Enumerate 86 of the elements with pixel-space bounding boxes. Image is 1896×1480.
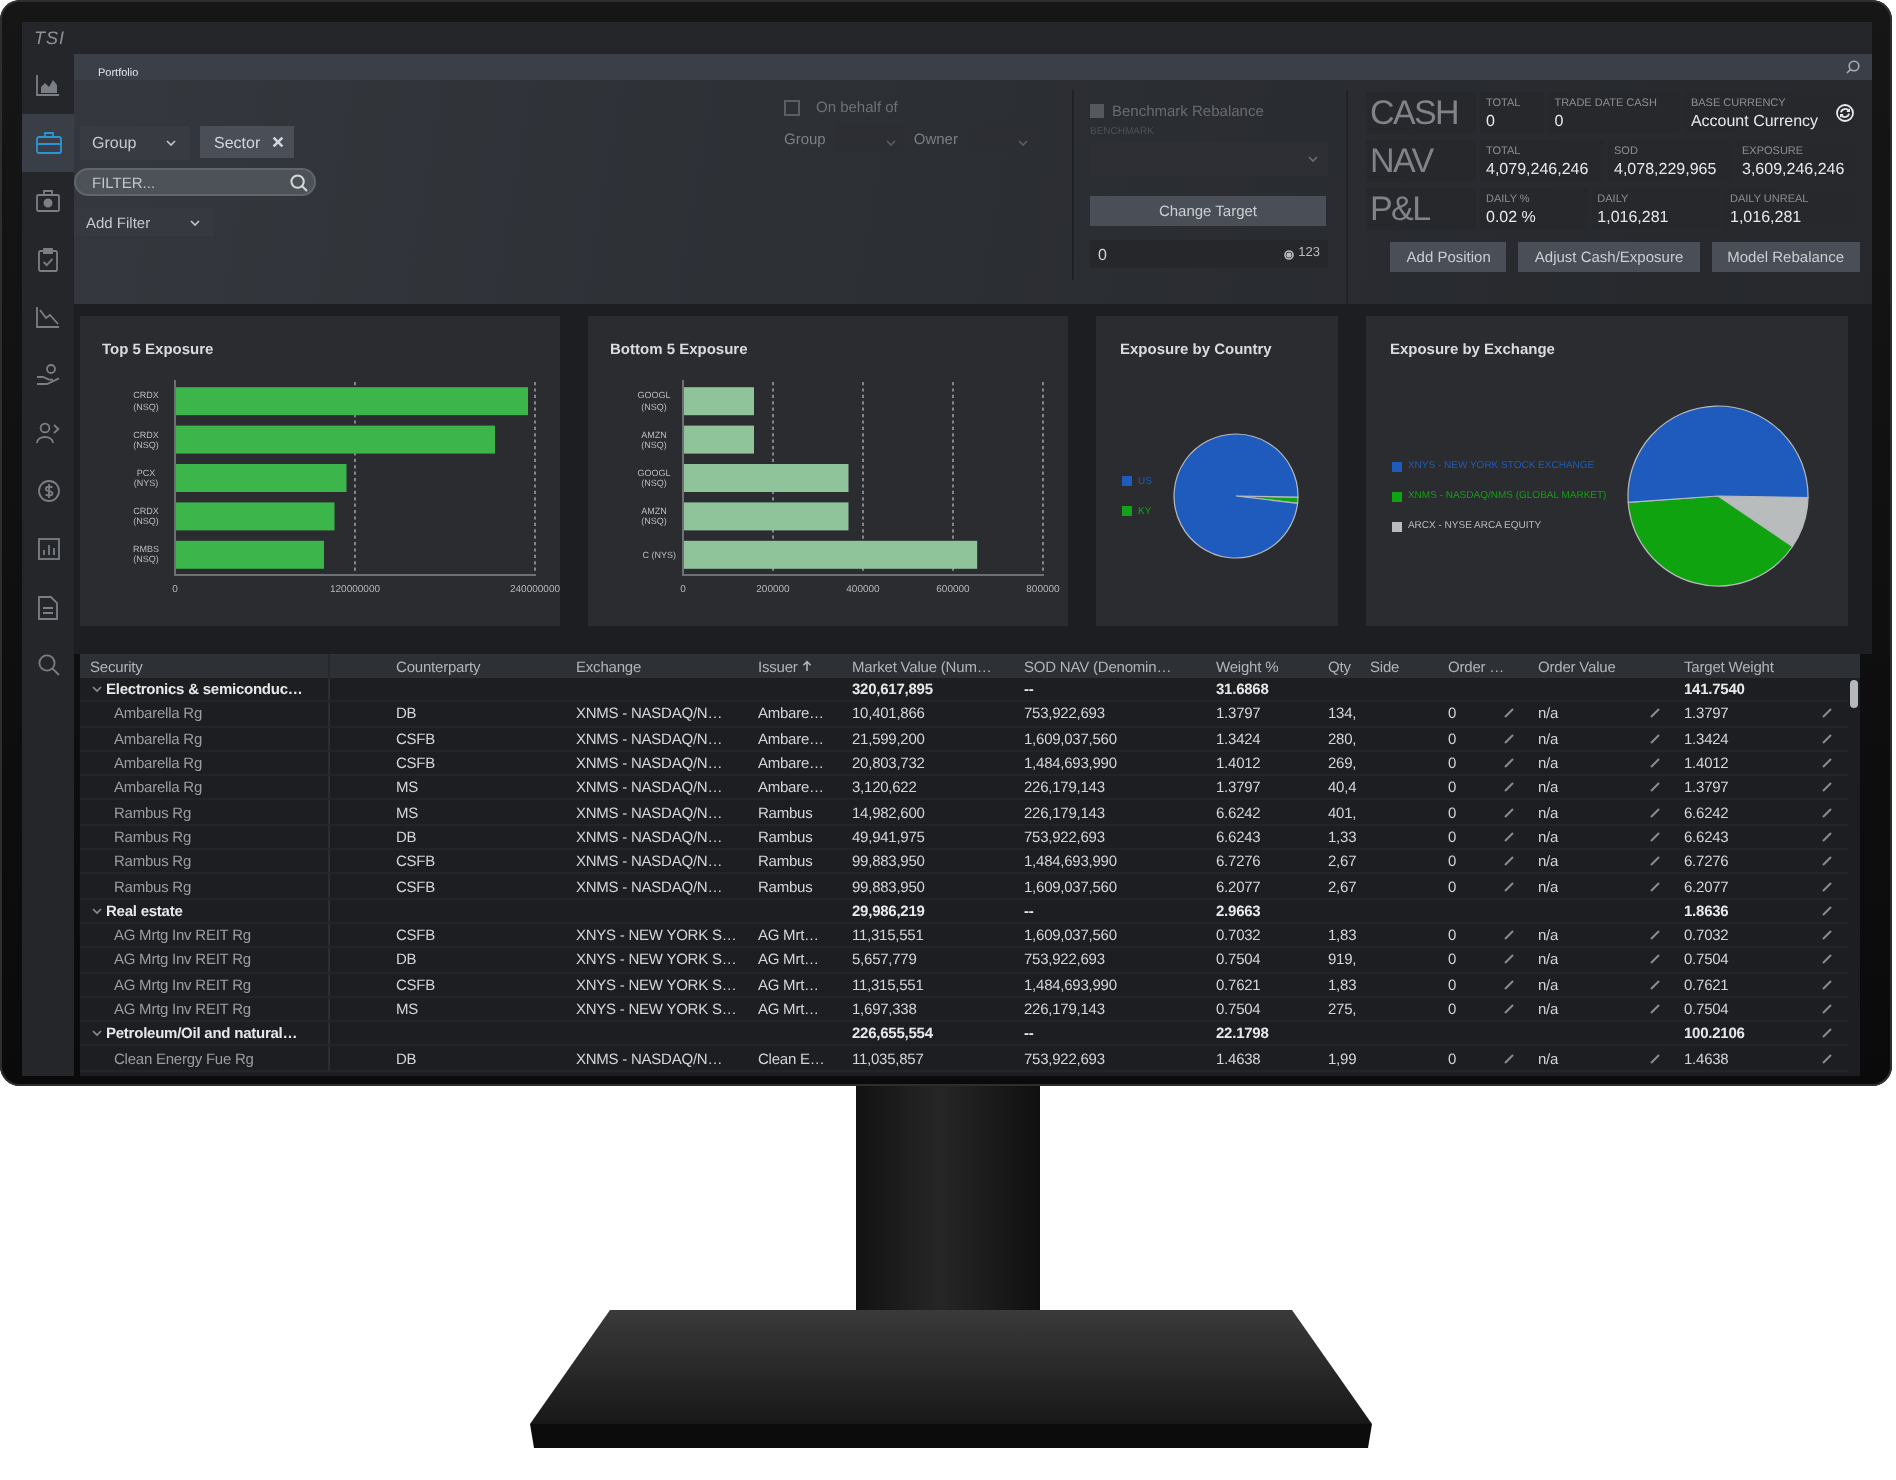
stat-value: 3,609,246,246 <box>1742 159 1845 177</box>
pencil-icon[interactable] <box>1650 954 1660 965</box>
stat-title: NAV <box>1366 140 1476 182</box>
logo: TSI <box>34 28 66 48</box>
pencil-icon[interactable] <box>1822 831 1832 842</box>
hand-icon <box>36 364 60 386</box>
filter-chip[interactable]: Sector <box>200 126 295 158</box>
caret-icon <box>1017 140 1028 146</box>
pencil-icon[interactable] <box>1650 979 1660 990</box>
chevron-icon[interactable] <box>92 684 102 695</box>
pencil-icon[interactable] <box>1822 856 1832 867</box>
close-icon[interactable] <box>272 136 285 148</box>
pencil-icon[interactable] <box>1822 733 1832 744</box>
pencil-icon[interactable] <box>1822 979 1832 990</box>
pencil-icon[interactable] <box>1822 807 1832 818</box>
pencil-icon[interactable] <box>1504 733 1514 744</box>
pencil-icon[interactable] <box>1504 782 1514 793</box>
pencil-icon[interactable] <box>1822 1028 1832 1039</box>
stat-value: 0.02 % <box>1486 207 1536 225</box>
pencil-icon[interactable] <box>1822 782 1832 793</box>
clipboard-icon <box>38 247 58 271</box>
refresh-icon[interactable] <box>1836 104 1855 122</box>
pencil-icon[interactable] <box>1650 881 1660 892</box>
pencil-icon[interactable] <box>1650 1053 1660 1064</box>
pencil-icon[interactable] <box>1822 930 1832 941</box>
bar <box>684 425 754 454</box>
pencil-icon[interactable] <box>1504 1053 1514 1064</box>
checkbox[interactable] <box>784 99 800 115</box>
stat-value: 4,078,229,965 <box>1614 159 1717 177</box>
pencil-icon[interactable] <box>1504 1004 1514 1014</box>
camera-icon <box>36 190 60 212</box>
pencil-icon[interactable] <box>1650 856 1660 867</box>
pencil-icon[interactable] <box>1504 758 1514 769</box>
line-chart-icon <box>36 306 60 328</box>
pencil-icon[interactable] <box>1822 954 1832 965</box>
caret-icon <box>166 140 176 146</box>
pencil-icon[interactable] <box>1650 733 1660 744</box>
stat-value: Account Currency <box>1690 111 1819 129</box>
pencil-icon[interactable] <box>1650 930 1660 941</box>
pencil-icon[interactable] <box>1504 831 1514 842</box>
sort-arrow-icon <box>801 660 812 672</box>
pencil-icon[interactable] <box>1822 1004 1832 1014</box>
document-icon <box>38 595 58 619</box>
dropdown[interactable]: Group <box>80 126 190 160</box>
radio-icon <box>1284 249 1295 259</box>
stat-value: 1,016,281 <box>1730 207 1802 225</box>
search-icon[interactable] <box>290 173 308 191</box>
pencil-icon[interactable] <box>1822 708 1832 719</box>
pencil-icon[interactable] <box>1650 758 1660 769</box>
pencil-icon[interactable] <box>1822 881 1832 892</box>
stat-value: 0 <box>1554 111 1564 129</box>
pencil-icon[interactable] <box>1650 1004 1660 1014</box>
bar-chart-icon <box>37 538 59 560</box>
caret-icon <box>885 140 896 146</box>
search-icon[interactable] <box>1846 60 1860 74</box>
pencil-icon[interactable] <box>1650 782 1660 793</box>
briefcase-icon <box>35 132 61 154</box>
pencil-icon[interactable] <box>1504 881 1514 892</box>
pencil-icon[interactable] <box>1504 807 1514 818</box>
pencil-icon[interactable] <box>1822 905 1832 916</box>
chevron-icon[interactable] <box>92 1028 102 1039</box>
dollar-icon <box>37 480 59 502</box>
pencil-icon[interactable] <box>1504 954 1514 965</box>
stat-title: CASH <box>1366 92 1476 134</box>
caret-icon <box>1308 156 1318 162</box>
pencil-icon[interactable] <box>1650 831 1660 842</box>
scrollbar-thumb[interactable] <box>1850 680 1858 708</box>
pencil-icon[interactable] <box>1504 856 1514 867</box>
pencil-icon[interactable] <box>1822 1053 1832 1064</box>
pencil-icon[interactable] <box>1650 807 1660 818</box>
pencil-icon[interactable] <box>1650 708 1660 719</box>
stat-title: P&L <box>1366 188 1476 230</box>
bar <box>684 387 754 416</box>
stat-value: 0 <box>1486 111 1495 129</box>
pencil-icon[interactable] <box>1822 758 1832 769</box>
user-icon <box>36 422 60 444</box>
stat-value: 1,016,281 <box>1597 207 1669 225</box>
pencil-icon[interactable] <box>1504 979 1514 990</box>
sidebar-item[interactable] <box>22 114 74 172</box>
area-chart-icon <box>36 74 60 96</box>
search-icon <box>37 654 59 676</box>
caret-icon <box>190 219 200 225</box>
pencil-icon[interactable] <box>1504 708 1514 719</box>
chevron-icon[interactable] <box>92 905 102 916</box>
stat-value: 4,079,246,246 <box>1486 159 1589 177</box>
pencil-icon[interactable] <box>1504 930 1514 941</box>
